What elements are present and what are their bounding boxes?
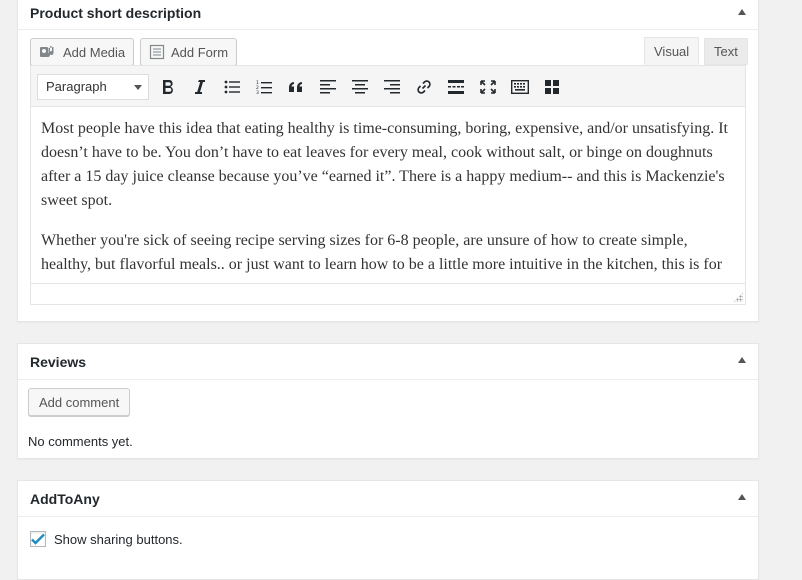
align-right-icon[interactable] [380,75,404,99]
no-comments-text: No comments yet. [28,434,133,449]
show-sharing-label[interactable]: Show sharing buttons. [54,532,183,547]
reviews-box: Reviews Add comment No comments yet. [17,343,759,459]
format-select[interactable]: Paragraph [37,74,149,100]
product-short-description-box: Product short description Add Media Add … [17,0,759,322]
link-icon[interactable] [412,75,436,99]
postbox-title: Product short description [30,5,202,21]
editor-toolbar: Paragraph 123 [31,66,745,107]
align-left-icon[interactable] [316,75,340,99]
addtoany-box: AddToAny Show sharing buttons. [17,480,759,580]
read-more-icon[interactable] [444,75,468,99]
numbered-list-icon[interactable]: 123 [252,75,276,99]
add-form-button[interactable]: Add Form [140,38,238,66]
blockquote-icon[interactable] [284,75,308,99]
form-icon [149,44,165,60]
postbox-header: Product short description [18,0,758,30]
postbox-title: Reviews [30,354,87,370]
fullscreen-icon[interactable] [476,75,500,99]
add-comment-button[interactable]: Add comment [28,388,131,416]
editor-statusbar [31,283,745,304]
svg-text:3: 3 [256,90,259,95]
content-paragraph: Most people have this idea that eating h… [41,120,728,209]
toolbar-toggle-icon[interactable] [540,75,564,99]
add-form-label: Add Form [171,44,229,60]
tab-text[interactable]: Text [704,38,748,65]
chevron-down-icon [134,85,142,90]
format-select-value: Paragraph [46,79,107,94]
align-center-icon[interactable] [348,75,372,99]
italic-icon[interactable] [188,75,212,99]
keyboard-icon[interactable] [508,75,532,99]
checkmark-icon [31,533,45,545]
collapse-arrow-icon[interactable] [738,494,746,500]
bold-icon[interactable] [156,75,180,99]
postbox-header: AddToAny [18,481,758,517]
resize-handle-icon[interactable] [733,292,743,302]
collapse-arrow-icon[interactable] [738,357,746,363]
editor-content[interactable]: Most people have this idea that eating h… [31,107,745,283]
show-sharing-checkbox[interactable] [30,531,46,547]
editor: Paragraph 123 Most people have this idea… [30,65,746,305]
add-media-button[interactable]: Add Media [30,38,135,66]
postbox-title: AddToAny [30,491,100,507]
media-icon [39,44,57,60]
content-paragraph: Whether you're sick of seeing recipe ser… [41,232,723,283]
tab-visual[interactable]: Visual [644,37,700,65]
postbox-header: Reviews [18,344,758,380]
collapse-arrow-icon[interactable] [738,9,746,15]
bullet-list-icon[interactable] [220,75,244,99]
add-media-label: Add Media [63,44,126,60]
